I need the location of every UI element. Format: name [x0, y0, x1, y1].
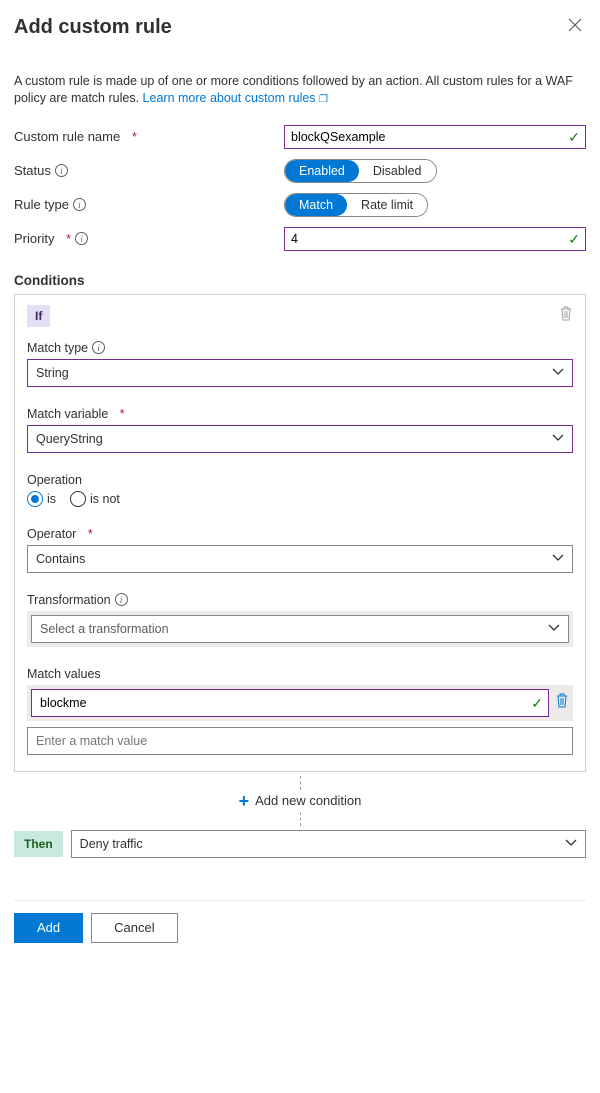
operation-label: Operation: [27, 473, 573, 487]
operator-select[interactable]: Contains: [27, 545, 573, 573]
close-icon[interactable]: [564, 16, 586, 38]
page-title: Add custom rule: [14, 16, 172, 39]
valid-check-icon: ✓: [568, 231, 580, 248]
cancel-button[interactable]: Cancel: [91, 913, 177, 943]
add-button[interactable]: Add: [14, 913, 83, 943]
external-link-icon: ❐: [319, 94, 328, 105]
rule-name-label: Custom rule name *: [14, 129, 284, 144]
learn-more-link[interactable]: Learn more about custom rules ❐: [143, 91, 328, 105]
match-value-input[interactable]: [31, 689, 549, 717]
ruletype-toggle[interactable]: Match Rate limit: [284, 193, 428, 217]
operation-is-radio[interactable]: is: [27, 491, 56, 507]
transformation-label: Transformation i: [27, 593, 573, 607]
chevron-down-icon: [552, 552, 564, 567]
chevron-down-icon: [548, 622, 560, 637]
then-badge: Then: [14, 831, 63, 857]
match-variable-select[interactable]: QueryString: [27, 425, 573, 453]
delete-condition-icon[interactable]: [559, 306, 573, 325]
status-toggle[interactable]: Enabled Disabled: [284, 159, 437, 183]
info-icon[interactable]: i: [73, 198, 86, 211]
condition-connector: + Add new condition: [14, 776, 586, 826]
ruletype-match[interactable]: Match: [285, 194, 347, 216]
info-icon[interactable]: i: [115, 593, 128, 606]
valid-check-icon: ✓: [531, 695, 543, 712]
ruletype-rate[interactable]: Rate limit: [347, 194, 427, 216]
status-enabled[interactable]: Enabled: [285, 160, 359, 182]
chevron-down-icon: [565, 837, 577, 852]
status-disabled[interactable]: Disabled: [359, 160, 436, 182]
action-select[interactable]: Deny traffic: [71, 830, 586, 858]
condition-card: If Match type i String Match variable * …: [14, 294, 586, 772]
operation-isnot-radio[interactable]: is not: [70, 491, 120, 507]
transformation-select[interactable]: Select a transformation: [31, 615, 569, 643]
valid-check-icon: ✓: [568, 129, 580, 146]
delete-value-icon[interactable]: [555, 693, 569, 713]
match-type-label: Match type i: [27, 341, 573, 355]
status-label: Status i: [14, 163, 284, 178]
match-values-label: Match values: [27, 667, 573, 681]
chevron-down-icon: [552, 432, 564, 447]
match-value-new-input[interactable]: [27, 727, 573, 755]
if-badge: If: [27, 305, 50, 327]
plus-icon: +: [239, 792, 250, 810]
info-icon[interactable]: i: [92, 341, 105, 354]
priority-input[interactable]: [284, 227, 586, 251]
priority-label: Priority * i: [14, 231, 284, 246]
info-icon[interactable]: i: [75, 232, 88, 245]
intro-text: A custom rule is made up of one or more …: [14, 73, 586, 107]
add-condition-button[interactable]: + Add new condition: [239, 790, 362, 812]
info-icon[interactable]: i: [55, 164, 68, 177]
rule-name-input[interactable]: [284, 125, 586, 149]
conditions-heading: Conditions: [14, 273, 586, 288]
chevron-down-icon: [552, 366, 564, 381]
match-type-select[interactable]: String: [27, 359, 573, 387]
operator-label: Operator *: [27, 527, 573, 541]
ruletype-label: Rule type i: [14, 197, 284, 212]
match-variable-label: Match variable *: [27, 407, 573, 421]
